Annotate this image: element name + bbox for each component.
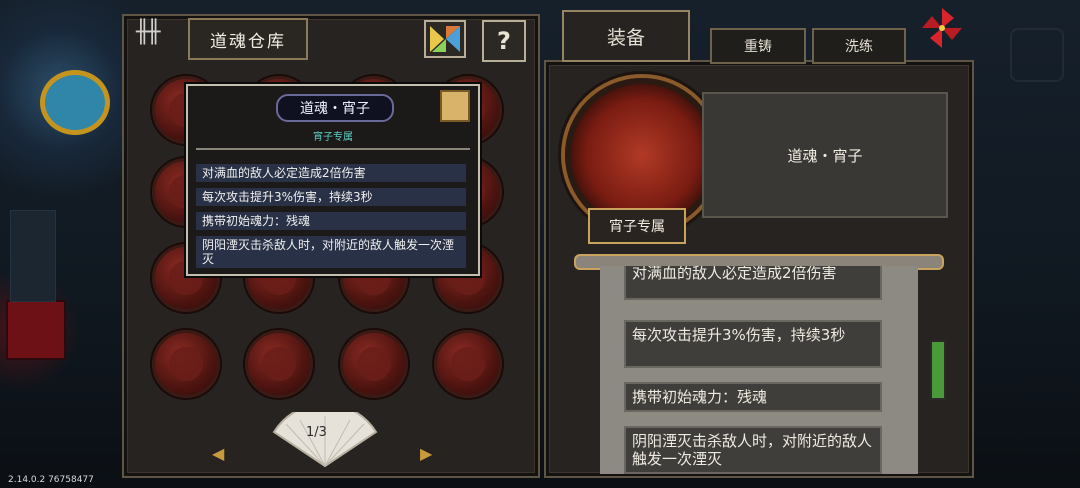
tab-reforge[interactable]: 重铸 <box>710 28 806 64</box>
page-indicator: 1/3 <box>306 425 327 440</box>
tooltip-subtitle: 宵子专属 <box>313 132 353 143</box>
tooltip-effect: 阴阳湮灭击杀敌人时，对附近的敌人触发一次湮灭 <box>196 236 466 268</box>
version-label: 2.14.0.2 76758477 <box>8 475 94 485</box>
tooltip-effect: 每次攻击提升3%伤害，持续3秒 <box>196 188 466 206</box>
soul-slot[interactable] <box>340 330 408 398</box>
tangram-icon[interactable] <box>424 20 466 58</box>
soul-slot[interactable] <box>434 330 502 398</box>
background-red-block <box>6 300 66 360</box>
tassel-icon <box>930 340 946 400</box>
soul-slot[interactable] <box>152 330 220 398</box>
effect-item: 阴阳湮灭击杀敌人时，对附近的敌人触发一次湮灭 <box>624 426 882 474</box>
soul-slot[interactable] <box>245 330 313 398</box>
effect-item: 携带初始魂力：残魂 <box>624 382 882 412</box>
equalizer-icon[interactable]: ╫╫ <box>136 20 160 45</box>
soul-name: 道魂・宵子 <box>702 92 948 218</box>
fan-pager-icon <box>272 412 378 468</box>
tooltip-effect: 对满血的敌人必定造成2倍伤害 <box>196 164 466 182</box>
exclusive-tag: 宵子专属 <box>588 208 686 244</box>
background-crest <box>1010 28 1064 82</box>
prev-page-arrow-icon[interactable]: ◀ <box>212 444 224 463</box>
tab-refine[interactable]: 洗练 <box>812 28 906 64</box>
tooltip-divider <box>196 148 470 150</box>
help-button[interactable]: ? <box>482 20 526 62</box>
pinwheel-icon[interactable] <box>920 6 964 50</box>
soul-tooltip: 道魂・宵子 宵子专属 对满血的敌人必定造成2倍伤害 每次攻击提升3%伤害，持续3… <box>186 84 480 276</box>
next-page-arrow-icon[interactable]: ▶ <box>420 444 432 463</box>
badge-icon <box>440 90 470 122</box>
warehouse-title: 道魂仓库 <box>188 18 308 60</box>
tooltip-effect: 携带初始魂力：残魂 <box>196 212 466 230</box>
effect-item: 每次攻击提升3%伤害，持续3秒 <box>624 320 882 368</box>
effect-scroll[interactable]: 对满血的敌人必定造成2倍伤害 每次攻击提升3%伤害，持续3秒 携带初始魂力：残魂… <box>600 266 918 474</box>
tooltip-title: 道魂・宵子 <box>276 94 394 122</box>
background-pillar <box>10 210 56 302</box>
tab-equip[interactable]: 装备 <box>562 10 690 62</box>
effect-item: 对满血的敌人必定造成2倍伤害 <box>624 266 882 300</box>
background-fountain <box>40 70 110 135</box>
